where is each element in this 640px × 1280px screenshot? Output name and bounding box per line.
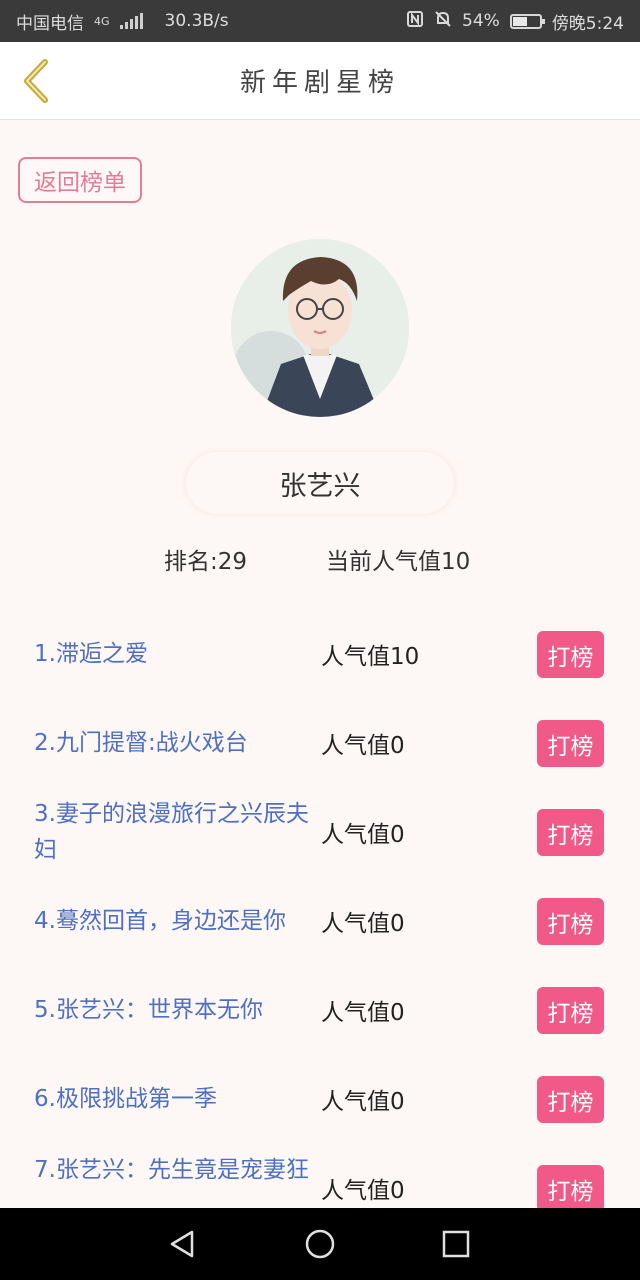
system-nav-bar — [0, 1208, 640, 1280]
clock: 傍晚5:24 — [551, 13, 624, 34]
list-item: 6.极限挑战第一季 人气值0 打榜 — [0, 1055, 640, 1144]
vote-button[interactable]: 打榜 — [537, 987, 604, 1034]
drama-title-link[interactable]: 3.妻子的浪漫旅行之兴辰夫妇 — [34, 796, 314, 868]
drama-title-link[interactable]: 2.九门提督:战火戏台 — [34, 725, 314, 761]
mute-icon — [434, 10, 452, 32]
nav-home-button[interactable] — [304, 1228, 336, 1260]
star-stats: 排名:29 当前人气值10 — [0, 536, 640, 580]
list-item: 5.张艺兴：世界本无你 人气值0 打榜 — [0, 966, 640, 1055]
rank-label: 排名:29 — [164, 549, 248, 575]
drama-title-link[interactable]: 5.张艺兴：世界本无你 — [34, 992, 314, 1028]
drama-popularity: 人气值0 — [321, 733, 405, 759]
list-item: 3.妻子的浪漫旅行之兴辰夫妇 人气值0 打榜 — [0, 788, 640, 877]
list-item: 2.九门提督:战火戏台 人气值0 打榜 — [0, 699, 640, 788]
signal-icon — [119, 13, 143, 29]
battery-percent: 54% — [462, 11, 500, 31]
speed-label: 30.3B/s — [164, 11, 229, 31]
return-to-list-button[interactable]: 返回榜单 — [18, 157, 142, 203]
back-button[interactable] — [14, 56, 58, 106]
nav-back-button[interactable] — [166, 1228, 198, 1260]
drama-popularity: 人气值0 — [321, 1000, 405, 1026]
drama-popularity: 人气值0 — [321, 1089, 405, 1115]
list-item: 4.蓦然回首，身边还是你 人气值0 打榜 — [0, 877, 640, 966]
drama-title-link[interactable]: 6.极限挑战第一季 — [34, 1081, 314, 1117]
vote-button[interactable]: 打榜 — [537, 1165, 604, 1212]
battery-icon — [509, 13, 545, 29]
drama-popularity: 人气值0 — [321, 1178, 405, 1204]
star-name: 张艺兴 — [186, 452, 454, 514]
current-popularity-label: 当前人气值10 — [326, 549, 471, 575]
vote-button[interactable]: 打榜 — [537, 720, 604, 767]
status-right: 54% 傍晚5:24 — [406, 9, 624, 34]
battery-fill — [512, 16, 527, 26]
drama-title-link[interactable]: 1.滞逅之爱 — [34, 636, 314, 672]
nav-recents-button[interactable] — [440, 1228, 472, 1260]
network-label: 4G — [94, 14, 110, 28]
title-bar: 新年剧星榜 — [0, 42, 640, 120]
drama-title-link[interactable]: 7.张艺兴：先生竟是宠妻狂 — [34, 1152, 314, 1188]
page-title: 新年剧星榜 — [239, 68, 400, 98]
status-left: 中国电信 4G 30.3B/s — [16, 9, 229, 34]
drama-popularity: 人气值0 — [321, 822, 405, 848]
nfc-icon — [406, 10, 424, 32]
avatar-illustration — [231, 239, 409, 417]
drama-popularity: 人气值0 — [321, 911, 405, 937]
avatar — [231, 239, 409, 417]
status-bar: 中国电信 4G 30.3B/s 54% 傍晚5:24 — [0, 0, 640, 42]
drama-title-link[interactable]: 4.蓦然回首，身边还是你 — [34, 903, 314, 939]
recents-square-icon — [442, 1230, 470, 1258]
vote-button[interactable]: 打榜 — [537, 898, 604, 945]
back-triangle-icon — [170, 1230, 194, 1258]
vote-button[interactable]: 打榜 — [537, 631, 604, 678]
list-item: 1.滞逅之爱 人气值10 打榜 — [0, 610, 640, 699]
chevron-left-icon — [24, 59, 48, 103]
vote-button[interactable]: 打榜 — [537, 1076, 604, 1123]
home-circle-icon — [305, 1229, 335, 1259]
vote-button[interactable]: 打榜 — [537, 809, 604, 856]
carrier-label: 中国电信 — [16, 13, 84, 34]
drama-popularity: 人气值10 — [321, 644, 420, 670]
